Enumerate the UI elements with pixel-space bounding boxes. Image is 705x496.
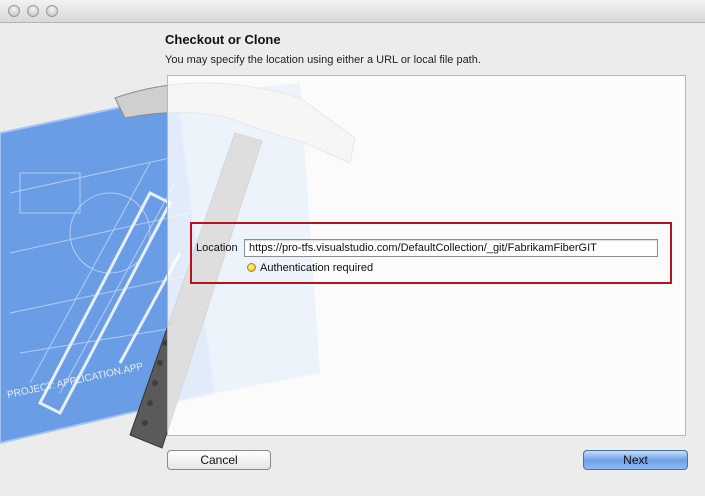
zoom-button[interactable] — [46, 5, 58, 17]
authentication-status: Authentication required — [260, 262, 374, 274]
cancel-button[interactable]: Cancel — [167, 450, 271, 470]
location-label: Location — [196, 242, 238, 254]
page-title: Checkout or Clone — [165, 32, 281, 47]
page-description: You may specify the location using eithe… — [165, 54, 481, 66]
close-button[interactable] — [8, 5, 20, 17]
minimize-button[interactable] — [27, 5, 39, 17]
location-input[interactable] — [244, 239, 658, 257]
next-button[interactable]: Next — [583, 450, 688, 470]
checkout-clone-window: PROJECT: APPLICATION.APP Checkout or Clo… — [0, 0, 705, 496]
status-indicator-icon — [247, 263, 256, 272]
title-bar — [0, 0, 705, 23]
